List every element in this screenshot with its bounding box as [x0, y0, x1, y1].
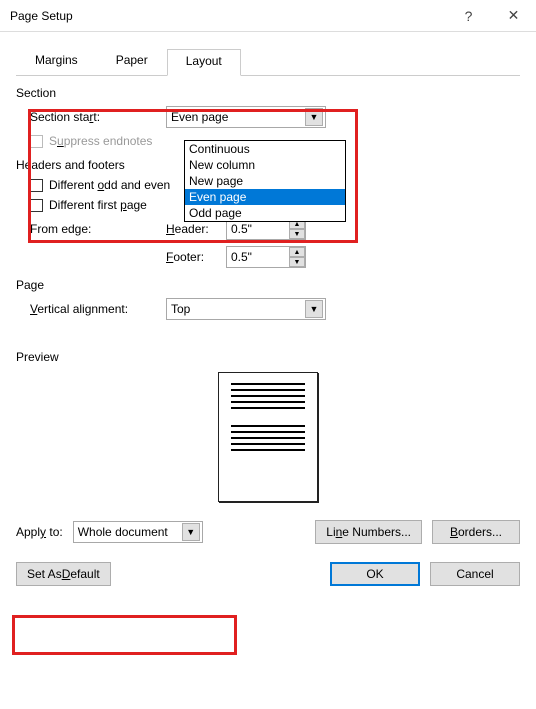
tab-margins-label: Margins	[35, 53, 78, 67]
chevron-down-icon[interactable]: ▼	[289, 229, 305, 239]
footer-value: 0.5"	[231, 250, 252, 264]
chevron-up-icon[interactable]: ▲	[289, 247, 305, 257]
section-start-dropdown[interactable]: ContinuousNew columnNew pageEven pageOdd…	[184, 140, 346, 222]
diff-odd-even-checkbox[interactable]	[30, 179, 43, 192]
apply-to-combo[interactable]: Whole document ▼	[73, 521, 203, 543]
tab-paper[interactable]: Paper	[97, 48, 167, 75]
set-default-button[interactable]: Set As Default	[16, 562, 111, 586]
dropdown-option[interactable]: New page	[185, 173, 345, 189]
chevron-down-icon[interactable]: ▼	[305, 300, 323, 318]
section-start-value: Even page	[171, 110, 228, 124]
suppress-endnotes-checkbox	[30, 135, 43, 148]
valign-label: Vertical alignment:	[30, 302, 166, 316]
chevron-down-icon[interactable]: ▼	[289, 257, 305, 267]
footer-label: Footer:	[166, 250, 226, 264]
preview-heading: Preview	[16, 350, 520, 364]
suppress-endnotes-label: Suppress endnotes	[49, 134, 152, 148]
line-numbers-button[interactable]: Line Numbers...	[315, 520, 422, 544]
tab-layout-label: Layout	[186, 54, 222, 68]
valign-combo[interactable]: Top ▼	[166, 298, 326, 320]
ok-button[interactable]: OK	[330, 562, 420, 586]
from-edge-label: From edge:	[30, 222, 166, 236]
annotation-highlight	[12, 615, 237, 655]
cancel-button[interactable]: Cancel	[430, 562, 520, 586]
dropdown-option[interactable]: Continuous	[185, 141, 345, 157]
header-value: 0.5"	[231, 222, 252, 236]
diff-first-page-label: Different first page	[49, 198, 147, 212]
help-icon[interactable]: ?	[446, 1, 491, 31]
dropdown-option[interactable]: Odd page	[185, 205, 345, 221]
header-label: Header:	[166, 222, 226, 236]
apply-to-value: Whole document	[78, 525, 168, 539]
tab-paper-label: Paper	[116, 53, 148, 67]
chevron-down-icon[interactable]: ▼	[305, 108, 323, 126]
dialog-body: Margins Paper Layout Section Section sta…	[0, 32, 536, 598]
tab-strip: Margins Paper Layout	[16, 48, 520, 76]
diff-first-page-checkbox[interactable]	[30, 199, 43, 212]
borders-button[interactable]: Borders...	[432, 520, 520, 544]
diff-odd-even-label: Different odd and even	[49, 178, 170, 192]
close-icon[interactable]: ✕	[491, 1, 536, 31]
valign-value: Top	[171, 302, 190, 316]
apply-to-label: Apply to:	[16, 525, 63, 539]
section-start-label: Section start:	[30, 110, 166, 124]
dialog-title: Page Setup	[10, 9, 73, 23]
chevron-down-icon[interactable]: ▼	[182, 523, 200, 541]
section-heading: Section	[16, 86, 520, 100]
tab-layout[interactable]: Layout	[167, 49, 241, 76]
dropdown-option[interactable]: Even page	[185, 189, 345, 205]
tab-margins[interactable]: Margins	[16, 48, 97, 75]
dropdown-option[interactable]: New column	[185, 157, 345, 173]
page-heading: Page	[16, 278, 520, 292]
footer-spinner[interactable]: 0.5" ▲▼	[226, 246, 306, 268]
preview-page	[218, 372, 318, 502]
section-start-combo[interactable]: Even page ▼	[166, 106, 326, 128]
titlebar: Page Setup ? ✕	[0, 0, 536, 32]
